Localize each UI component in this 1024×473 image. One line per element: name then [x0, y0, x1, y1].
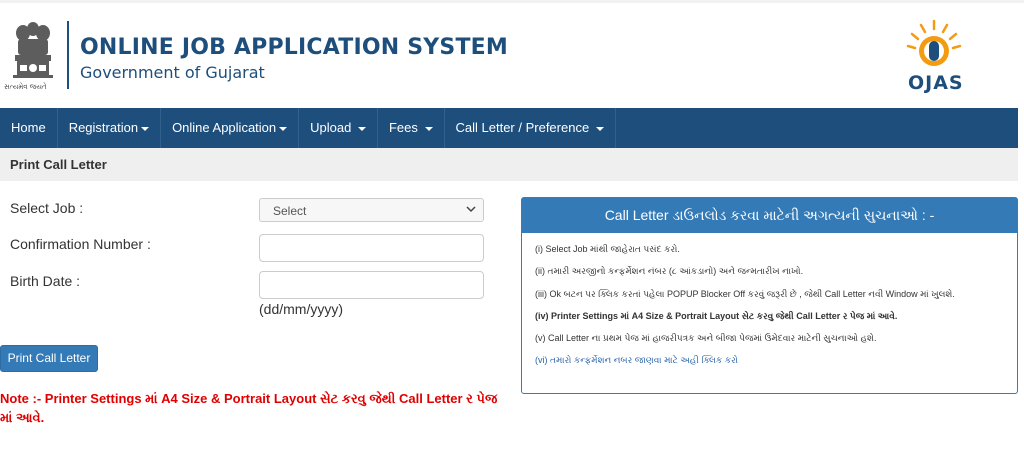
instruction-item: (iv) Printer Settings માં A4 Size & Port… — [535, 310, 898, 321]
main-navbar: Home Registration Online Application Upl… — [0, 108, 1018, 148]
ojas-logo-text: OJAS — [908, 72, 964, 94]
ojas-logo: OJAS — [895, 15, 973, 95]
birth-date-format-hint: (dd/mm/yyyy) — [259, 301, 343, 317]
nav-registration[interactable]: Registration — [58, 108, 162, 148]
nav-call-letter[interactable]: Call Letter / Preference — [445, 108, 616, 148]
nav-fees-label: Fees — [388, 120, 418, 135]
nav-upload[interactable]: Upload — [299, 108, 378, 148]
header-divider — [67, 21, 69, 89]
instructions-body: (i) Select Job માંથી જાહેરાત પસંદ કરો. (… — [522, 233, 1017, 385]
nav-online-application[interactable]: Online Application — [161, 108, 300, 148]
nav-fees[interactable]: Fees — [378, 108, 445, 148]
print-call-letter-button[interactable]: Print Call Letter — [0, 345, 98, 372]
birth-date-label: Birth Date : — [10, 273, 81, 289]
caret-down-icon — [279, 126, 288, 131]
state-emblem-icon: સત્યમેવ જયતે — [4, 15, 58, 97]
instructions-heading: Call Letter ડાઉનલોડ કરવા માટેની અગત્યની … — [522, 198, 1017, 233]
confirmation-number-input[interactable] — [259, 234, 484, 262]
site-subtitle: Government of Gujarat — [80, 63, 265, 82]
instruction-item: (iii) Ok બટન પર ક્લિક કરતાં પહેલા POPUP … — [535, 288, 955, 299]
nav-call-letter-label: Call Letter / Preference — [455, 120, 590, 135]
nav-registration-label: Registration — [68, 120, 139, 135]
page-title: Print Call Letter — [10, 157, 107, 172]
birth-date-input[interactable] — [259, 271, 484, 299]
section-header: Print Call Letter — [0, 148, 1018, 181]
emblem-motto: સત્યમેવ જયતે — [4, 84, 47, 91]
instruction-item: (v) Call Letter ના પ્રથમ પેજ માં હાજરીપત… — [535, 333, 877, 344]
caret-down-icon — [141, 126, 150, 131]
printer-settings-note: Note :- Printer Settings માં A4 Size & P… — [0, 391, 498, 425]
select-job-value: Select — [273, 204, 307, 218]
confirmation-number-label: Confirmation Number : — [10, 236, 151, 252]
site-title: ONLINE JOB APPLICATION SYSTEM — [80, 35, 508, 60]
caret-down-icon — [357, 126, 366, 131]
instruction-item: (i) Select Job માંથી જાહેરાત પસંદ કરો. — [535, 244, 680, 254]
caret-down-icon — [424, 126, 433, 131]
nav-upload-label: Upload — [310, 120, 352, 135]
nav-home-label: Home — [11, 120, 46, 135]
caret-down-icon — [595, 126, 604, 131]
nav-online-application-label: Online Application — [172, 120, 277, 135]
site-header: સત્યમેવ જયતે ONLINE JOB APPLICATION SYST… — [0, 3, 1024, 107]
chevron-down-icon — [466, 206, 476, 213]
instruction-item: (ii) તમારી અરજીનો કન્ફર્મેશન નંબર (૮ આંક… — [535, 266, 804, 277]
select-job-dropdown[interactable]: Select — [259, 198, 484, 222]
confirmation-number-lookup-link[interactable]: (vi) તમારો કન્ફર્મેશન નબર જાણવા માટે અહી… — [535, 353, 1004, 375]
nav-home[interactable]: Home — [0, 108, 58, 148]
instructions-panel: Call Letter ડાઉનલોડ કરવા માટેની અગત્યની … — [521, 197, 1018, 394]
select-job-label: Select Job : — [10, 200, 84, 216]
